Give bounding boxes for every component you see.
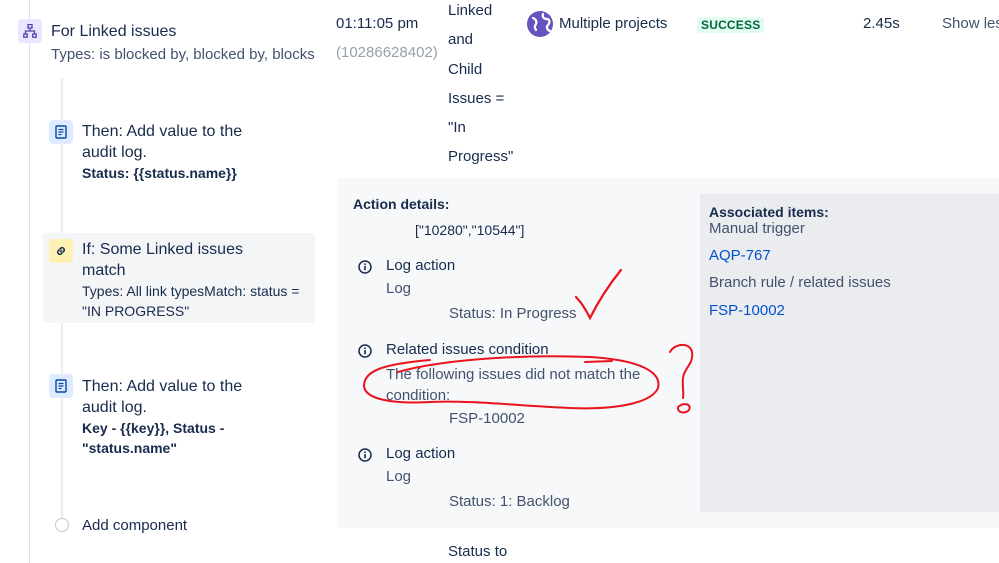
circle-annotation (362, 355, 660, 410)
annotation-overlay (362, 268, 694, 414)
question-mark-annotation (669, 343, 694, 399)
question-mark-dot (676, 403, 691, 414)
underline-annotation (584, 360, 613, 363)
checkmark-annotation (574, 268, 623, 321)
